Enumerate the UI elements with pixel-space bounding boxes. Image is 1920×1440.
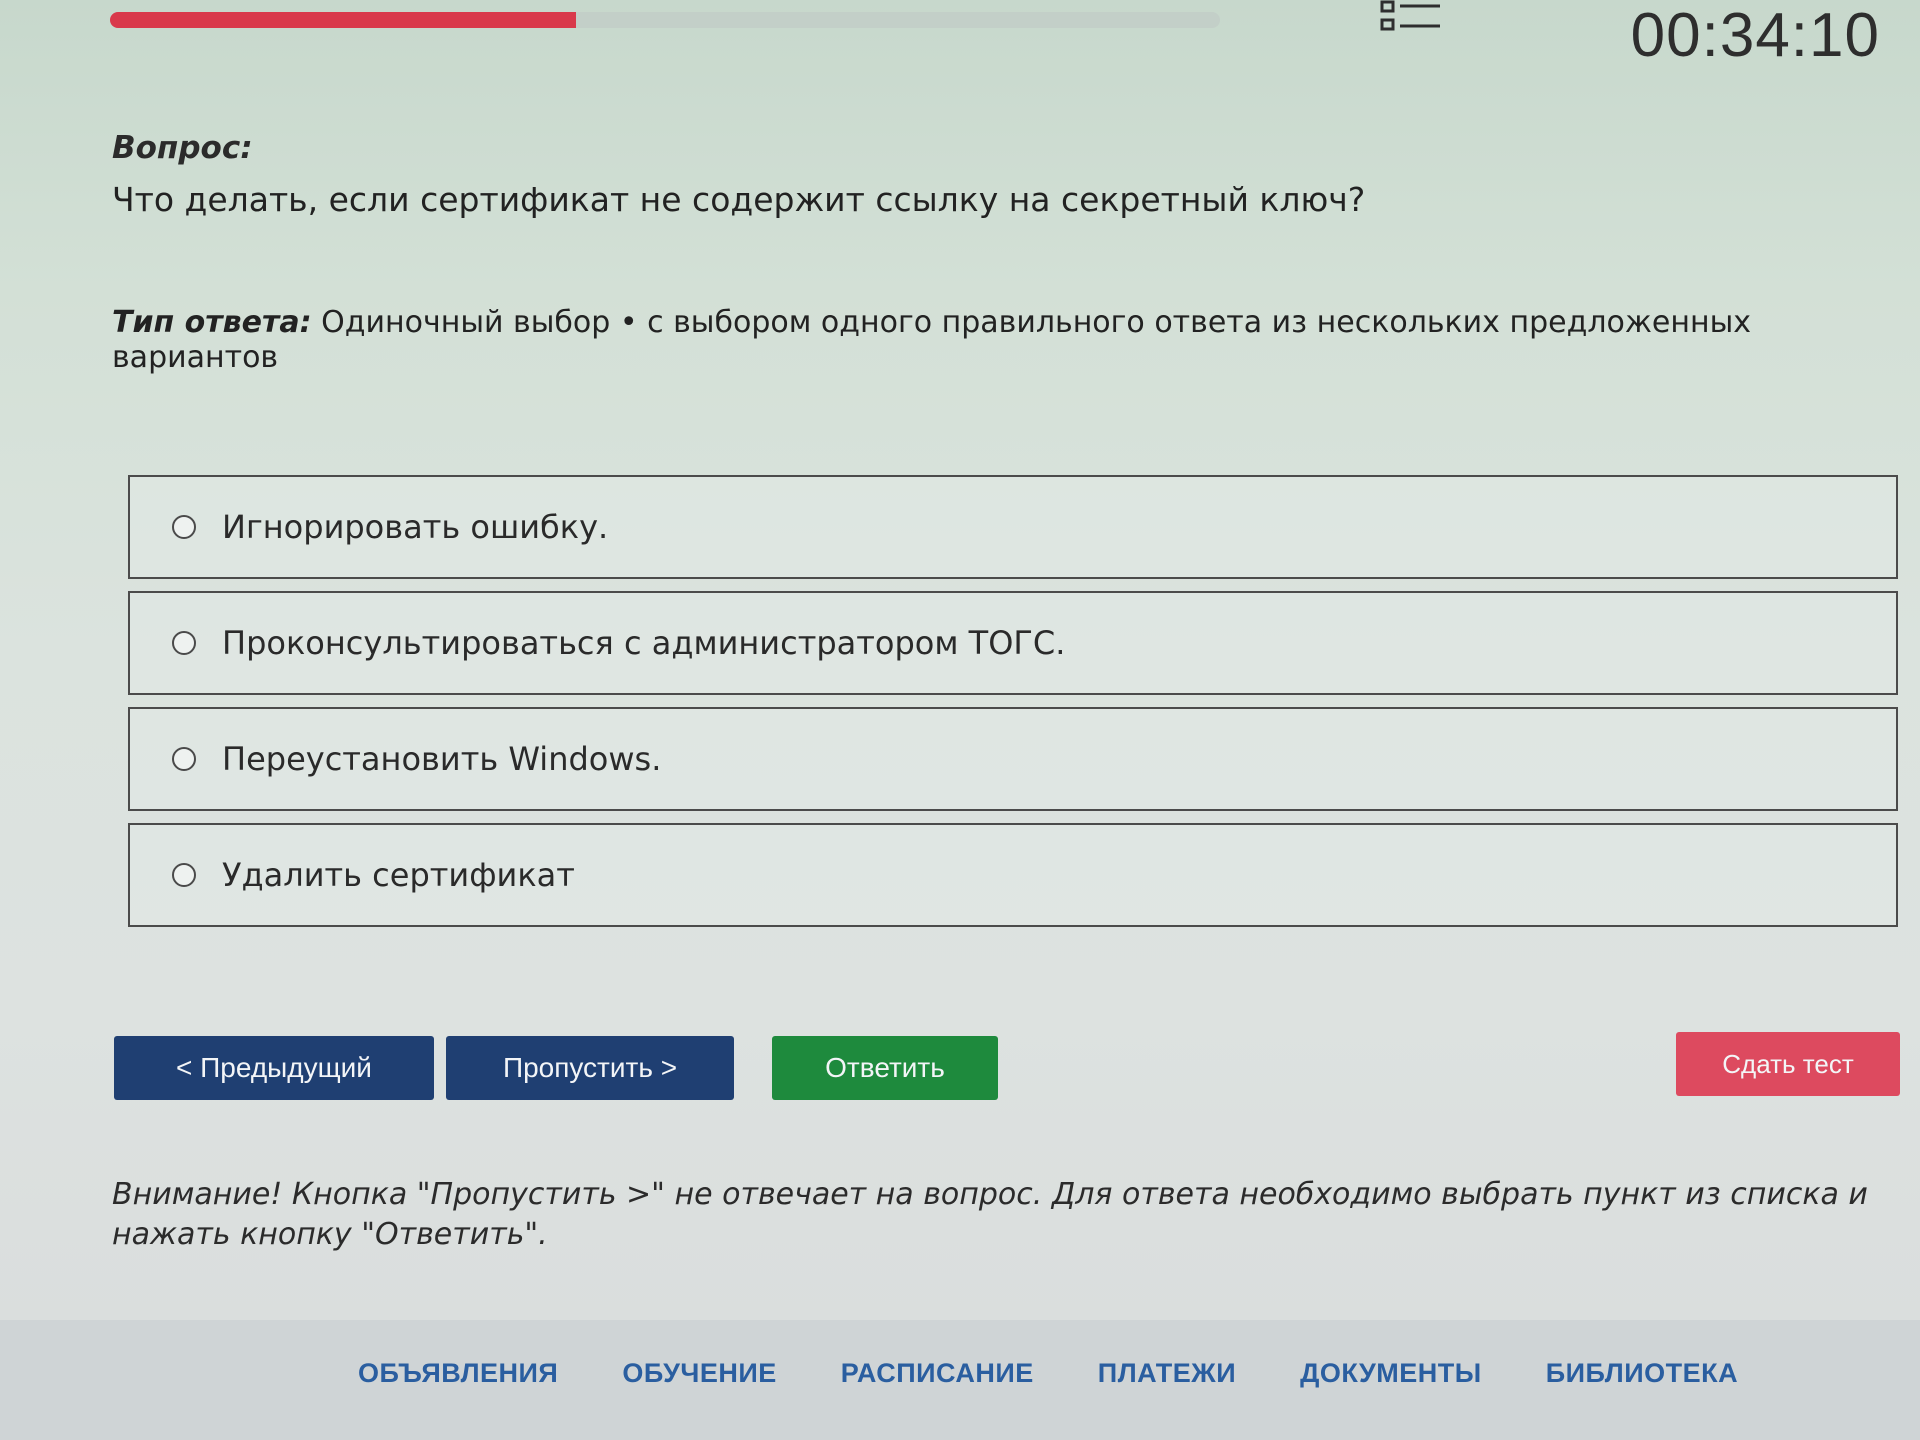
answer-type-label: Тип ответа: bbox=[112, 305, 312, 340]
answer-button[interactable]: Ответить bbox=[772, 1036, 998, 1100]
answer-option[interactable]: Удалить сертификат bbox=[128, 823, 1898, 927]
option-label: Игнорировать ошибку. bbox=[222, 508, 609, 546]
question-heading: Вопрос: bbox=[112, 130, 253, 166]
answer-option[interactable]: Проконсультироваться с администратором Т… bbox=[128, 591, 1898, 695]
option-label: Проконсультироваться с администратором Т… bbox=[222, 624, 1066, 662]
radio-button[interactable] bbox=[172, 863, 196, 887]
answer-option[interactable]: Переустановить Windows. bbox=[128, 707, 1898, 811]
nav-education[interactable]: ОБУЧЕНИЕ bbox=[622, 1358, 776, 1389]
option-label: Переустановить Windows. bbox=[222, 740, 662, 778]
footer: ОБЪЯВЛЕНИЯ ОБУЧЕНИЕ РАСПИСАНИЕ ПЛАТЕЖИ Д… bbox=[0, 1320, 1920, 1440]
answer-options: Игнорировать ошибку. Проконсультироватьс… bbox=[128, 475, 1898, 939]
nav-documents[interactable]: ДОКУМЕНТЫ bbox=[1300, 1358, 1482, 1389]
option-label: Удалить сертификат bbox=[222, 856, 575, 894]
nav-payments[interactable]: ПЛАТЕЖИ bbox=[1098, 1358, 1236, 1389]
progress-fill bbox=[110, 12, 577, 28]
submit-test-button[interactable]: Сдать тест bbox=[1676, 1032, 1900, 1096]
radio-button[interactable] bbox=[172, 515, 196, 539]
nav-library[interactable]: БИБЛИОТЕКА bbox=[1546, 1358, 1738, 1389]
answer-type-value: Одиночный выбор • с выбором одного прави… bbox=[112, 305, 1752, 375]
nav-schedule[interactable]: РАСПИСАНИЕ bbox=[841, 1358, 1034, 1389]
question-text: Что делать, если сертификат не содержит … bbox=[112, 180, 1366, 219]
skip-button[interactable]: Пропустить > bbox=[446, 1036, 734, 1100]
previous-button[interactable]: < Предыдущий bbox=[114, 1036, 434, 1100]
radio-button[interactable] bbox=[172, 631, 196, 655]
nav-announcements[interactable]: ОБЪЯВЛЕНИЯ bbox=[358, 1358, 558, 1389]
answer-type: Тип ответа: Одиночный выбор • с выбором … bbox=[112, 305, 1920, 375]
list-icon[interactable] bbox=[1380, 0, 1444, 40]
radio-button[interactable] bbox=[172, 747, 196, 771]
timer: 00:34:10 bbox=[1630, 1, 1880, 70]
footer-nav: ОБЪЯВЛЕНИЯ ОБУЧЕНИЕ РАСПИСАНИЕ ПЛАТЕЖИ Д… bbox=[358, 1358, 1738, 1389]
top-bar: 00:34:10 bbox=[110, 0, 1920, 70]
warning-note: Внимание! Кнопка "Пропустить >" не отвеч… bbox=[112, 1177, 1868, 1252]
progress-bar bbox=[110, 12, 1220, 28]
answer-option[interactable]: Игнорировать ошибку. bbox=[128, 475, 1898, 579]
